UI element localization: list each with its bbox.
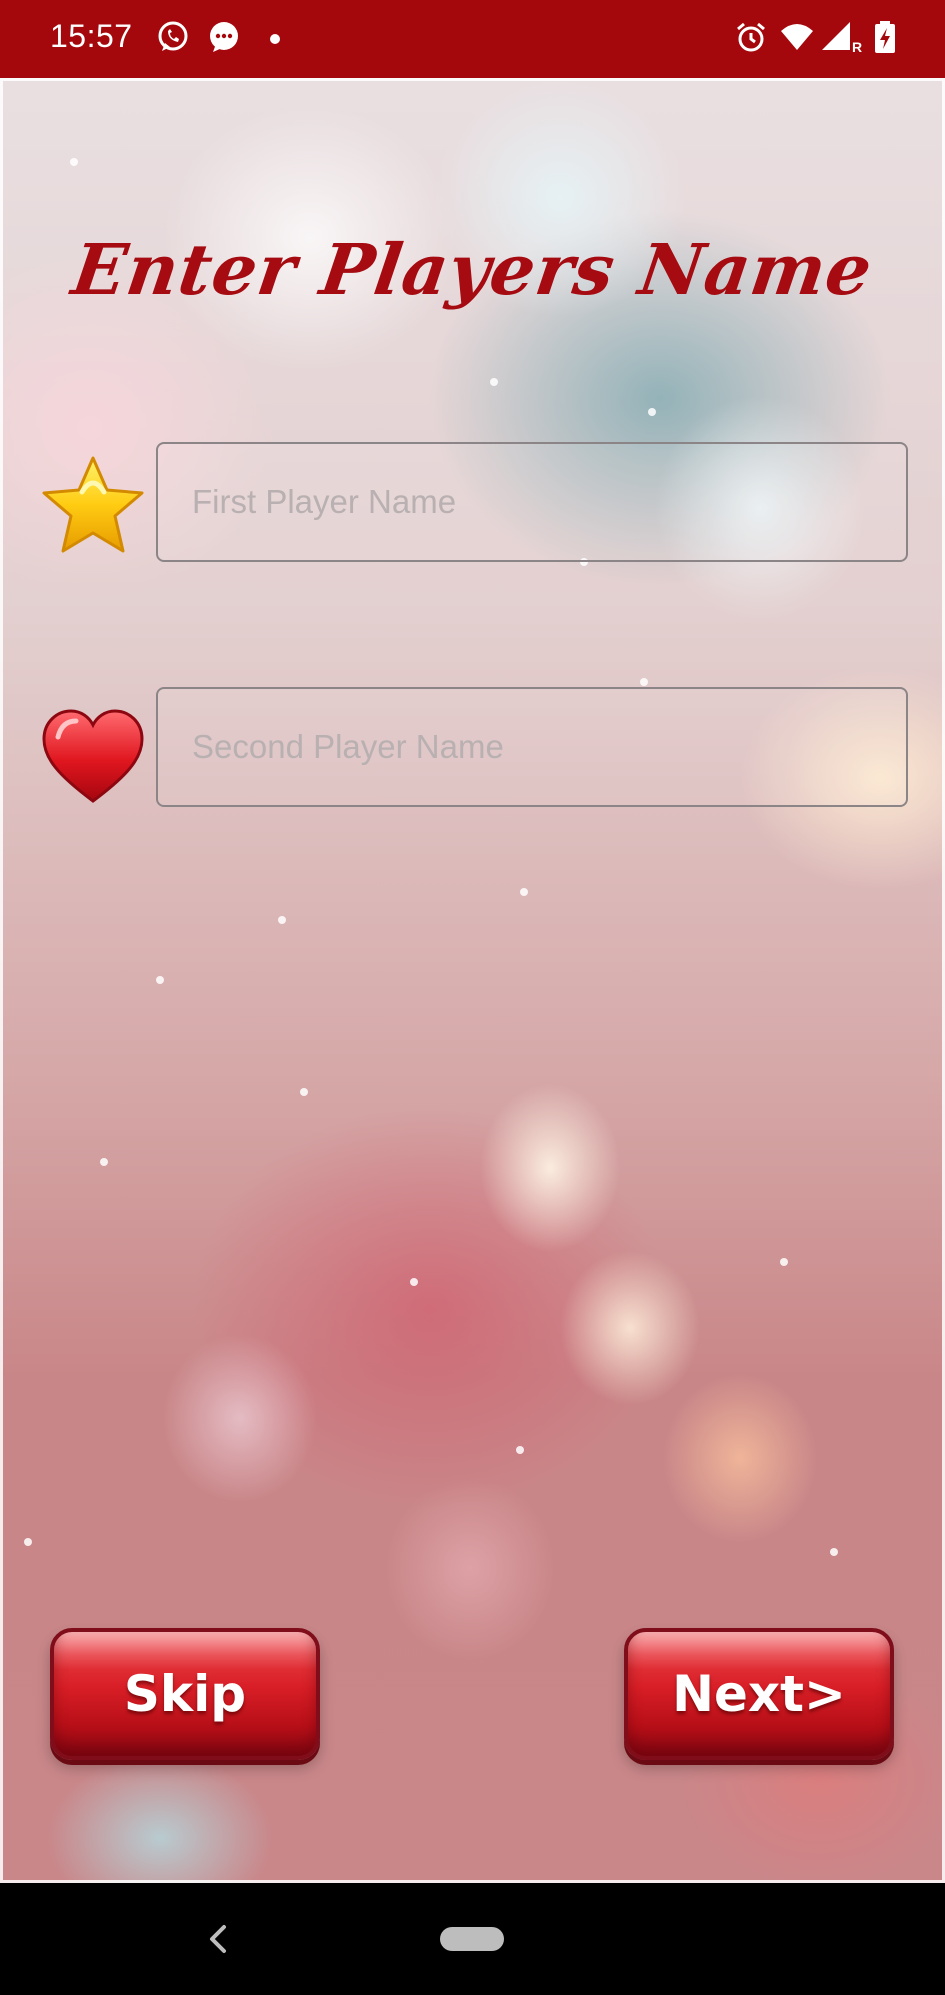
sparkle (490, 378, 498, 386)
sparkle (410, 1278, 418, 1286)
next-button[interactable]: Next> (624, 1628, 894, 1760)
battery-charging-icon (868, 20, 902, 54)
back-icon[interactable] (198, 1919, 238, 1959)
message-icon (207, 20, 241, 54)
sparkle (640, 678, 648, 686)
wifi-icon (780, 20, 814, 54)
sparkle (516, 1446, 524, 1454)
app-screen: 15:57 R Enter Players Name First Player … (0, 0, 945, 1995)
whatsapp-icon (156, 20, 190, 54)
sparkle (300, 1088, 308, 1096)
bokeh-background (0, 78, 945, 1883)
skip-button[interactable]: Skip (50, 1628, 320, 1760)
alarm-icon (734, 20, 768, 54)
sparkle (520, 888, 528, 896)
signal-icon: R (820, 20, 864, 55)
heart-icon (38, 703, 148, 813)
sparkle (70, 158, 78, 166)
sparkle (780, 1258, 788, 1266)
sparkle (648, 408, 656, 416)
sparkle (24, 1538, 32, 1546)
sparkle (278, 916, 286, 924)
home-pill-icon[interactable] (440, 1927, 504, 1951)
sparkle (156, 976, 164, 984)
sparkle (830, 1548, 838, 1556)
page-title: Enter Players Name (67, 228, 878, 311)
status-bar: 15:57 R (0, 0, 945, 78)
status-time: 15:57 (50, 18, 133, 54)
system-nav-bar (0, 1883, 945, 1995)
signal-label: R (852, 39, 862, 54)
star-icon (38, 452, 148, 562)
sparkle (100, 1158, 108, 1166)
first-player-name-input[interactable] (156, 442, 908, 562)
second-player-name-input[interactable] (156, 687, 908, 807)
notification-dot-icon (270, 34, 280, 44)
